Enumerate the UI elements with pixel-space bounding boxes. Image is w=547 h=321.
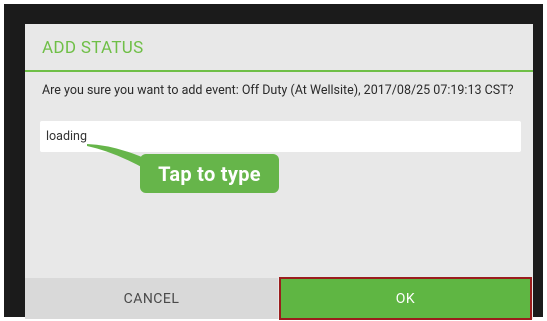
cancel-button[interactable]: CANCEL bbox=[25, 278, 278, 319]
screenshot-frame: ADD STATUS Are you sure you want to add … bbox=[4, 4, 543, 320]
tooltip-pointer bbox=[87, 144, 153, 170]
ok-button[interactable]: OK bbox=[279, 277, 532, 320]
add-status-dialog: ADD STATUS Are you sure you want to add … bbox=[25, 24, 533, 320]
tap-to-type-tooltip: Tap to type bbox=[140, 154, 279, 193]
